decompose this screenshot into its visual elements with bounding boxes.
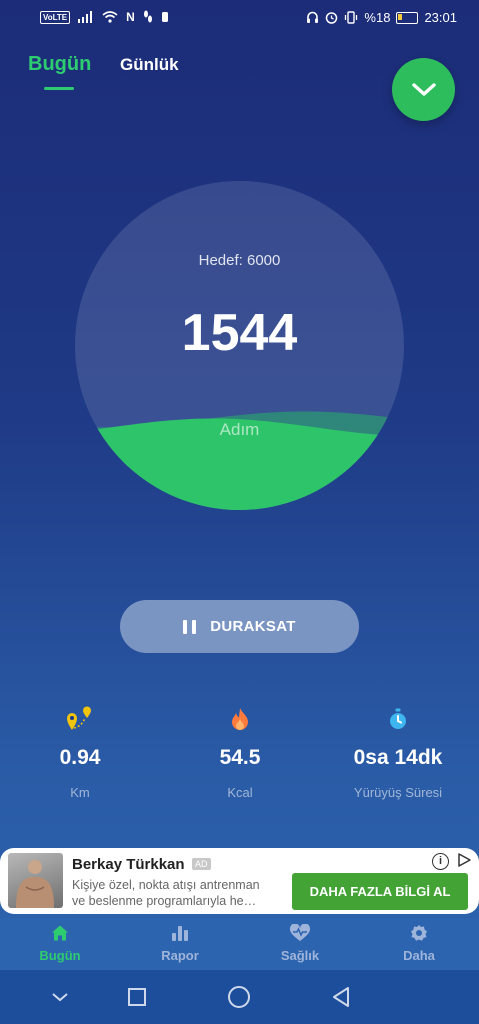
ad-description-line1: Kişiye özel, nokta atışı antrenman [72, 878, 260, 892]
distance-label: Km [70, 785, 90, 800]
clock: 23:01 [424, 10, 457, 25]
notification-icon [161, 12, 168, 22]
battery-percent: %18 [364, 10, 391, 25]
step-count: 1544 [181, 304, 298, 362]
status-left: VoLTE N [40, 10, 169, 24]
system-home-button[interactable] [224, 984, 254, 1010]
pause-button[interactable]: DURAKSAT [120, 600, 359, 653]
stat-calories: 54.5 Kcal [165, 706, 315, 800]
nfc-indicator: N [126, 10, 135, 24]
step-goal: Hedef: 6000 [198, 252, 281, 269]
square-icon [128, 988, 146, 1006]
tab-daily[interactable]: Günlük [120, 55, 179, 75]
ad-description-line2: ve beslenme programlarıyla he… [72, 894, 257, 908]
pause-icon [183, 619, 197, 634]
pause-button-label: DURAKSAT [210, 618, 296, 635]
chevron-down-icon [52, 993, 68, 1002]
distance-value: 0.94 [59, 746, 101, 769]
duration-label: Yürüyüş Süresi [353, 785, 443, 800]
circle-icon [228, 986, 250, 1008]
nav-label-today: Bugün [39, 948, 81, 963]
chevron-down-icon [411, 82, 436, 96]
system-recents-button[interactable] [122, 984, 152, 1010]
ad-thumbnail[interactable] [8, 853, 63, 908]
tab-today-indicator [44, 87, 74, 90]
alarm-icon [326, 12, 338, 24]
signal-icon [78, 11, 93, 23]
calories-value: 54.5 [219, 746, 261, 769]
nav-label-report: Rapor [161, 948, 199, 963]
gear-icon [359, 922, 479, 944]
duration-value: 0sa 14dk [353, 746, 443, 769]
step-unit: Adım [219, 420, 260, 439]
location-route-icon [5, 706, 155, 732]
nav-item-today[interactable]: Bugün [0, 922, 120, 963]
footsteps-icon [143, 10, 152, 23]
tab-today[interactable]: Bugün [28, 53, 91, 76]
stat-distance: 0.94 Km [5, 706, 155, 800]
flame-icon [165, 706, 315, 732]
headset-icon [307, 11, 319, 23]
ad-cta-button[interactable]: DAHA FAZLA BİLGİ AL [292, 873, 468, 910]
stopwatch-icon [323, 706, 473, 732]
nav-item-report[interactable]: Rapor [120, 922, 240, 963]
ad-title[interactable]: Berkay Türkkan [72, 856, 185, 873]
stat-duration: 0sa 14dk Yürüyüş Süresi [323, 706, 473, 800]
nav-label-health: Sağlık [280, 948, 320, 963]
ad-info-icon[interactable]: i [432, 853, 449, 870]
ad-badge: AD [192, 858, 211, 870]
system-collapse-button[interactable] [45, 984, 75, 1010]
home-icon [0, 922, 120, 944]
status-bar: VoLTE N %18 23:01 [0, 0, 479, 36]
calories-label: Kcal [227, 785, 253, 800]
wifi-icon [102, 11, 118, 23]
status-right: %18 23:01 [306, 10, 457, 25]
expand-button[interactable] [392, 58, 455, 121]
vibrate-icon [345, 11, 358, 24]
nav-item-health[interactable]: Sağlık [240, 922, 360, 963]
battery-icon [396, 11, 419, 24]
nav-label-more: Daha [403, 948, 435, 963]
back-triangle-icon [333, 987, 349, 1007]
ad-choices-icon[interactable] [456, 852, 472, 868]
volte-indicator: VoLTE [40, 10, 71, 24]
nav-item-more[interactable]: Daha [359, 922, 479, 963]
bar-chart-icon [120, 922, 240, 944]
heart-pulse-icon [240, 922, 360, 944]
system-back-button[interactable] [326, 984, 356, 1010]
